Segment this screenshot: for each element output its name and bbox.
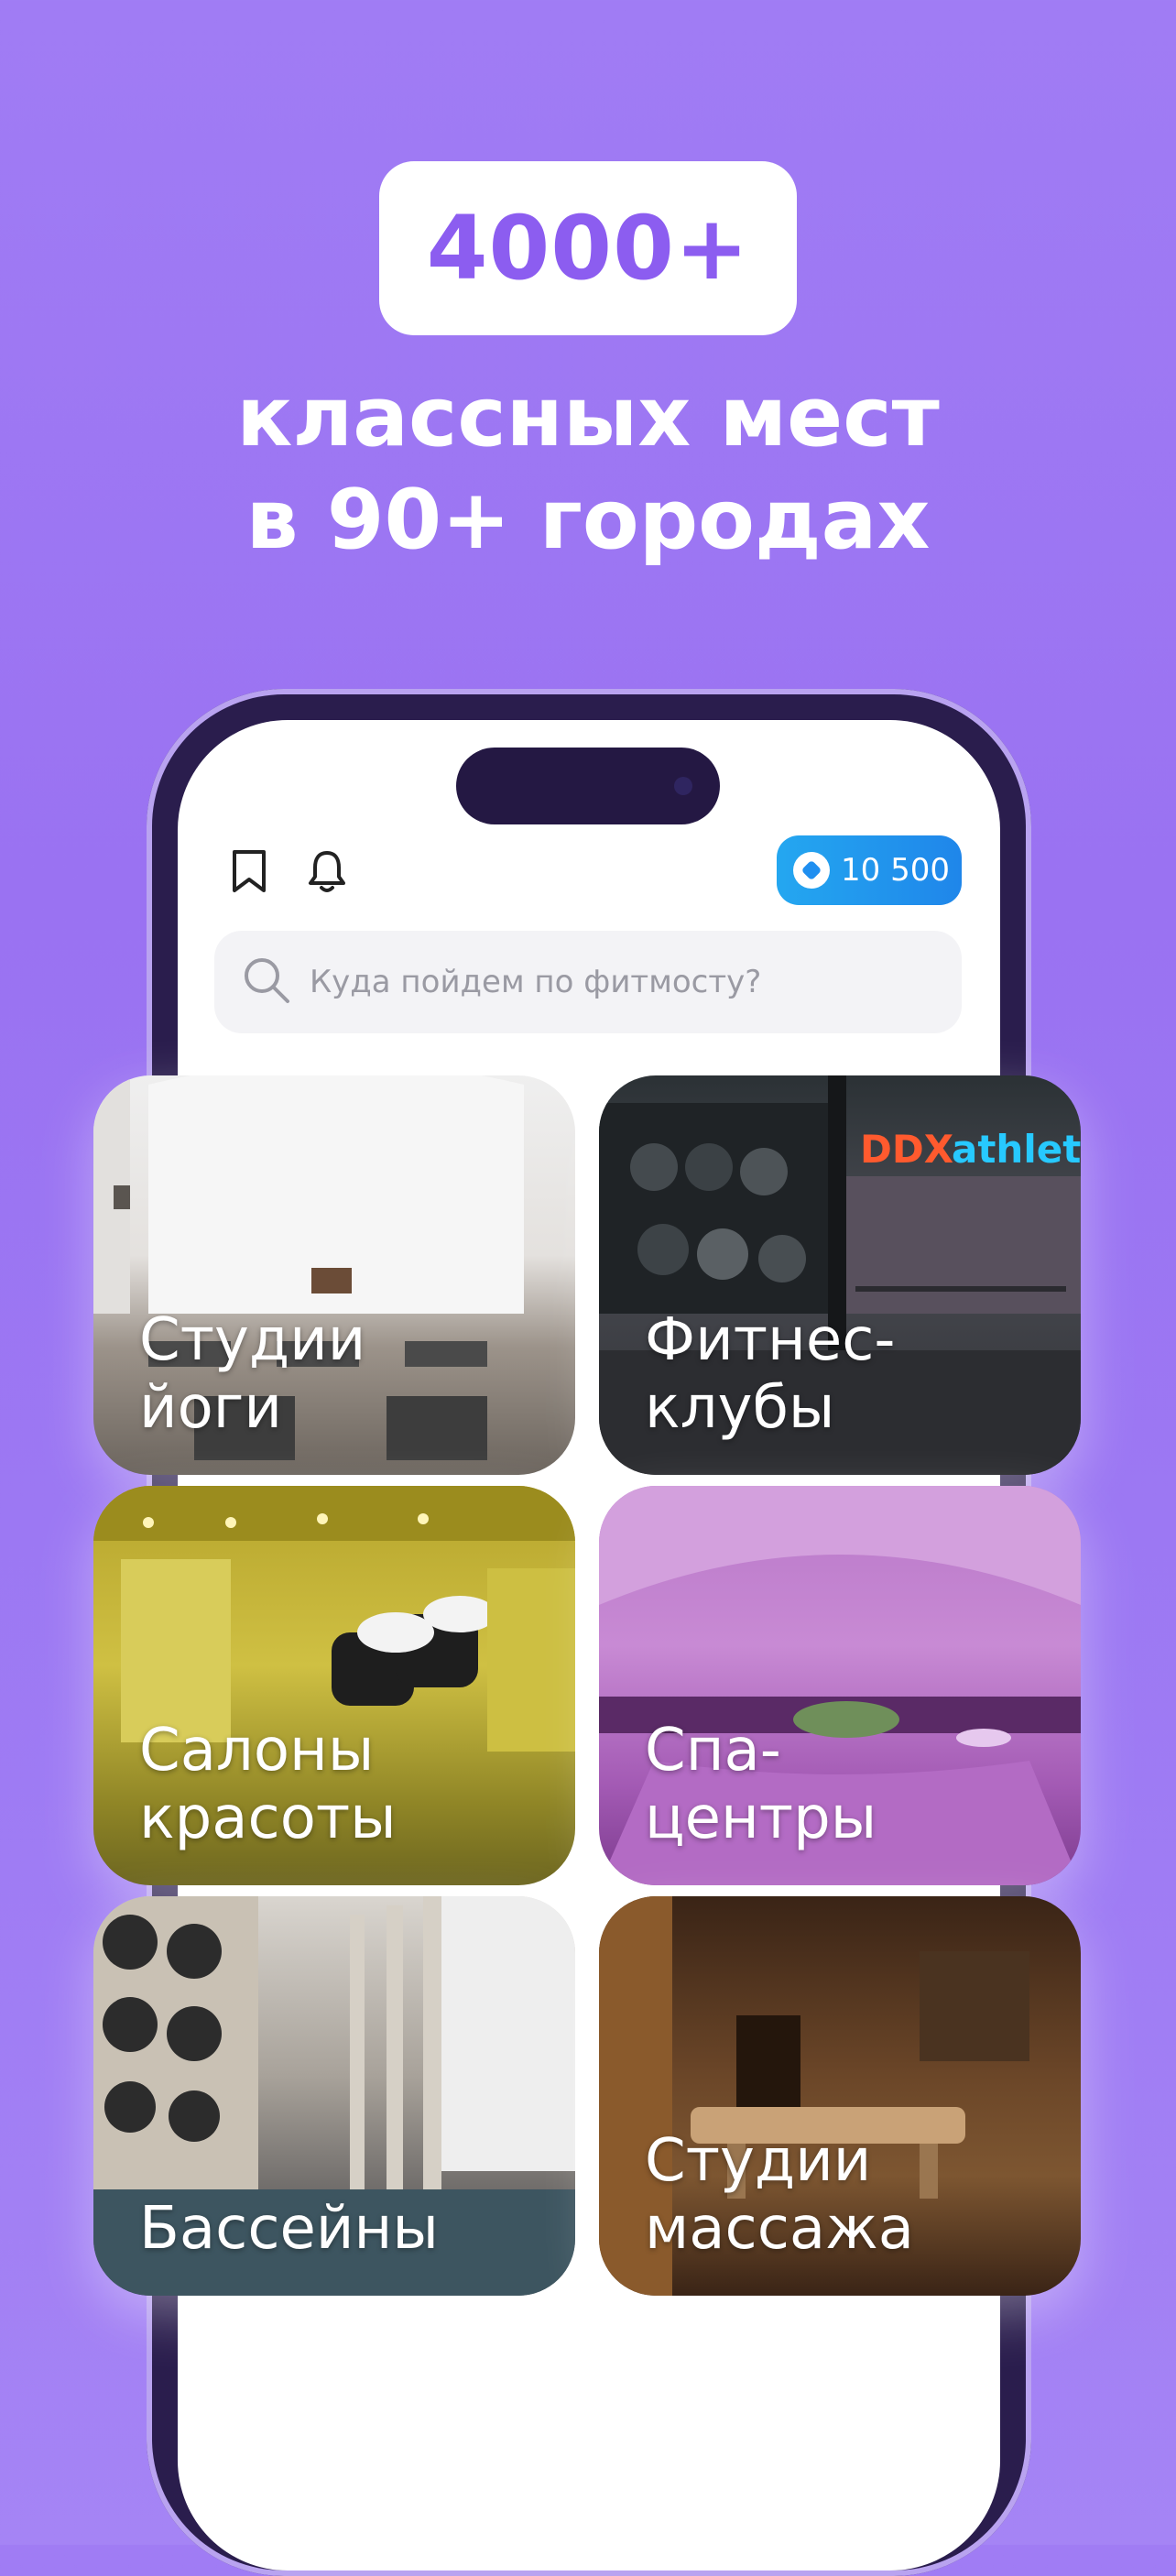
bookmark-icon[interactable] <box>229 848 269 898</box>
category-label-line-2: центры <box>645 1785 877 1852</box>
category-label-line-1: Студии <box>645 2127 872 2195</box>
category-swimming-pools[interactable]: Бассейны <box>93 1896 575 2296</box>
category-label-line-2: красоты <box>139 1785 397 1852</box>
category-label-line-2: клубы <box>645 1374 835 1442</box>
category-beauty-salons[interactable]: Салоны красоты <box>93 1486 575 1885</box>
dynamic-island <box>456 748 720 824</box>
search-placeholder: Куда пойдем по фитмосту? <box>310 964 762 1000</box>
bell-icon[interactable] <box>306 848 348 898</box>
search-icon <box>242 955 291 1009</box>
category-label-line-1: Фитнес- <box>645 1306 896 1374</box>
category-massage-studios[interactable]: Студии массажа <box>599 1896 1081 2296</box>
category-spa-centers[interactable]: Спа- центры <box>599 1486 1081 1885</box>
balance-value: 10 500 <box>841 852 950 889</box>
balance-button[interactable]: 10 500 <box>777 835 962 905</box>
gym-sign-athlet: athlet <box>952 1127 1081 1172</box>
search-input[interactable]: Куда пойдем по фитмосту? <box>214 931 962 1033</box>
gym-sign-ddx: DDX <box>860 1127 953 1172</box>
category-label-line-2: массажа <box>645 2195 914 2263</box>
coin-icon <box>793 852 830 889</box>
category-label: Студии йоги <box>139 1306 365 1442</box>
category-label-line-1: Бассейны <box>139 2195 439 2263</box>
category-fitness-clubs[interactable]: DDX athlet Фитнес- клубы <box>599 1075 1081 1475</box>
camera-dot <box>674 777 692 795</box>
category-label-line-1: Студии <box>139 1306 366 1374</box>
category-label-line-2: йоги <box>139 1374 282 1442</box>
headline-line-1: классных мест <box>236 369 940 465</box>
category-label: Студии массажа <box>645 2127 914 2263</box>
category-label: Салоны красоты <box>139 1717 397 1852</box>
category-label: Фитнес- клубы <box>645 1306 895 1442</box>
category-yoga-studios[interactable]: Студии йоги <box>93 1075 575 1475</box>
headline-line-2: в 90+ городах <box>245 472 931 568</box>
count-badge: 4000+ <box>379 161 797 335</box>
category-label-line-1: Спа- <box>645 1717 781 1785</box>
headline: классных мест в 90+ городах <box>0 366 1176 572</box>
category-label: Спа- центры <box>645 1717 877 1852</box>
category-label-line-1: Салоны <box>139 1717 375 1785</box>
count-text: 4000+ <box>426 197 750 300</box>
category-label: Бассейны <box>139 2195 439 2263</box>
